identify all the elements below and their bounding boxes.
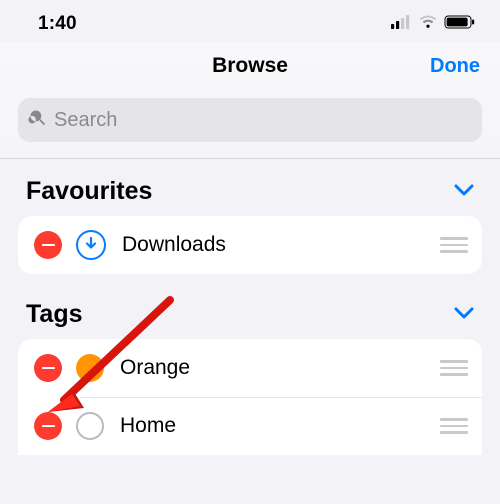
row-label: Downloads [122,233,226,257]
tag-color-empty [76,412,104,440]
content: Favourites Downloads Tags [0,159,500,455]
tag-color-dot [76,354,104,382]
status-bar: 1:40 [0,0,500,42]
list-item[interactable]: Downloads [18,216,482,274]
section-header-tags[interactable]: Tags [0,274,500,339]
search-icon [28,108,48,133]
row-label: Orange [120,356,190,380]
nav-header: Browse Done [0,42,500,90]
status-icons [391,15,476,34]
done-button[interactable]: Done [430,55,480,78]
section-title: Tags [26,300,83,329]
battery-icon [444,15,476,34]
search-wrap [0,90,500,158]
tags-card: Orange Home [18,339,482,455]
page-title: Browse [212,54,288,78]
wifi-icon [418,15,438,34]
download-icon [76,230,106,260]
search-field[interactable] [18,98,482,142]
list-item[interactable]: Home [18,397,482,455]
row-label: Home [120,414,176,438]
drag-handle-icon[interactable] [426,237,468,253]
screen: { "status": { "time": "1:40" }, "nav": {… [0,0,500,504]
delete-button[interactable] [34,231,62,259]
delete-button[interactable] [34,354,62,382]
delete-button[interactable] [34,412,62,440]
section-header-favourites[interactable]: Favourites [0,159,500,216]
status-time: 1:40 [38,13,77,35]
list-item[interactable]: Orange [18,339,482,397]
chevron-down-icon [454,183,474,201]
nav-header-area: Browse Done [0,42,500,159]
search-input[interactable] [54,109,472,132]
favourites-card: Downloads [18,216,482,274]
section-title: Favourites [26,177,152,206]
drag-handle-icon[interactable] [426,418,468,434]
chevron-down-icon [454,306,474,324]
cellular-icon [391,15,412,34]
drag-handle-icon[interactable] [426,360,468,376]
